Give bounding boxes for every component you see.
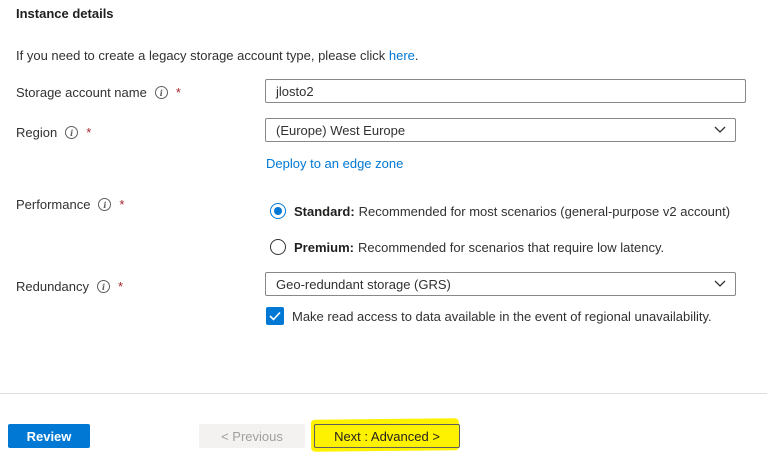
section-title: Instance details — [16, 6, 114, 21]
storage-account-name-label-row: Storage account name i * — [16, 85, 181, 100]
region-dropdown[interactable]: (Europe) West Europe — [265, 118, 736, 142]
deploy-edge-zone-link[interactable]: Deploy to an edge zone — [266, 156, 403, 171]
region-label-row: Region i * — [16, 125, 91, 140]
chevron-down-icon — [709, 273, 731, 295]
option-title: Standard: — [294, 203, 355, 219]
next-advanced-button[interactable]: Next : Advanced > — [314, 424, 460, 448]
region-value: (Europe) West Europe — [276, 122, 406, 138]
checkbox-checked-icon[interactable] — [266, 307, 284, 325]
performance-option-standard[interactable]: Standard: Recommended for most scenarios… — [270, 203, 730, 219]
review-button[interactable]: Review — [8, 424, 90, 448]
redundancy-value: Geo-redundant storage (GRS) — [276, 276, 451, 292]
option-desc: Recommended for scenarios that require l… — [357, 239, 665, 255]
redundancy-dropdown[interactable]: Geo-redundant storage (GRS) — [265, 272, 736, 296]
legacy-here-link[interactable]: here — [389, 48, 415, 63]
chevron-down-icon — [709, 119, 731, 141]
required-asterisk: * — [175, 85, 181, 100]
footer-divider — [0, 393, 767, 394]
info-icon[interactable]: i — [97, 280, 110, 293]
performance-label: Performance — [16, 197, 91, 212]
storage-account-name-input[interactable]: jlosto2 — [265, 79, 746, 103]
required-asterisk: * — [119, 197, 125, 212]
option-desc: Recommended for most scenarios (general-… — [358, 203, 731, 219]
region-label: Region — [16, 125, 58, 140]
performance-label-row: Performance i * — [16, 197, 124, 212]
read-access-checkbox-row[interactable]: Make read access to data available in th… — [266, 307, 712, 325]
radio-unselected-icon[interactable] — [270, 239, 286, 255]
legacy-suffix: . — [414, 48, 419, 63]
required-asterisk: * — [86, 125, 92, 140]
legacy-text: If you need to create a legacy storage a… — [16, 48, 389, 63]
info-icon[interactable]: i — [65, 126, 79, 139]
radio-selected-icon[interactable] — [270, 203, 286, 219]
read-access-label: Make read access to data available in th… — [292, 308, 712, 324]
performance-option-premium[interactable]: Premium: Recommended for scenarios that … — [270, 239, 664, 255]
storage-account-name-label: Storage account name — [16, 85, 147, 100]
storage-account-name-value: jlosto2 — [276, 83, 314, 99]
redundancy-label-row: Redundancy i * — [16, 279, 123, 294]
legacy-notice: If you need to create a legacy storage a… — [16, 48, 419, 63]
previous-button[interactable]: < Previous — [199, 424, 305, 448]
option-title: Premium: — [294, 239, 354, 255]
info-icon[interactable]: i — [98, 198, 112, 211]
required-asterisk: * — [118, 279, 124, 294]
redundancy-label: Redundancy — [16, 279, 89, 294]
info-icon[interactable]: i — [154, 86, 168, 99]
